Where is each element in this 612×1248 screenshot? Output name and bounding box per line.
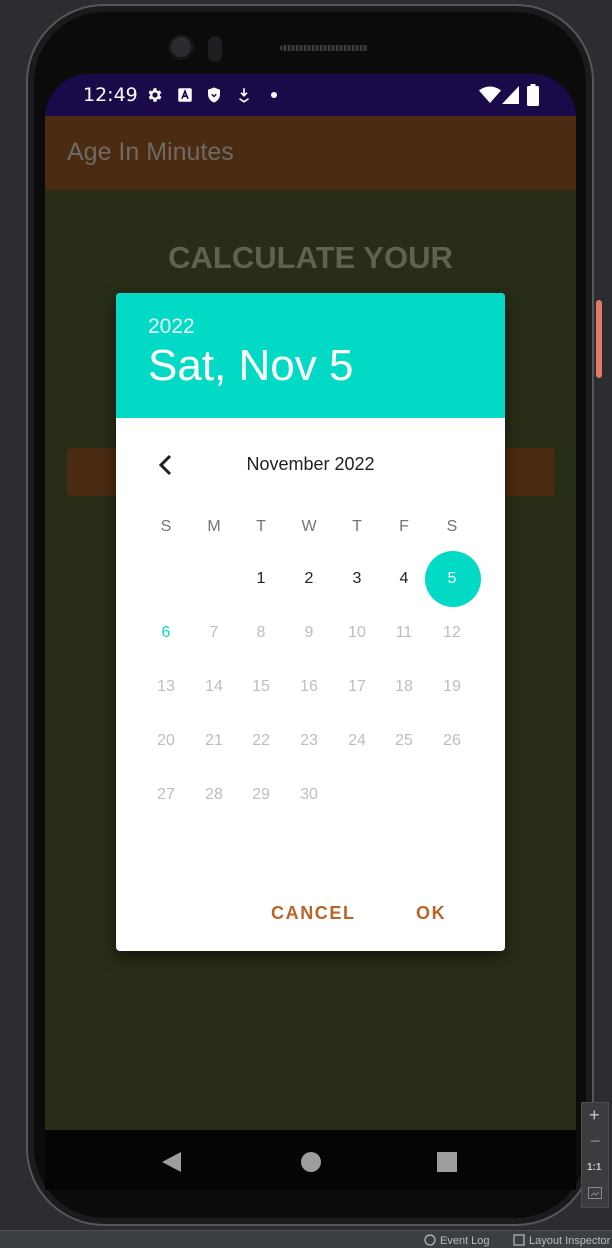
header-date: Sat, Nov 5 [148,341,354,390]
weekday-label: S [160,518,172,535]
signal-icon [502,86,519,104]
calendar-day: 24 [348,732,366,749]
wifi-icon [479,86,501,103]
camera-icon [168,34,194,60]
app-title: Age In Minutes [67,138,234,166]
status-bar: 12:49 [45,74,576,116]
zoom-panel: + − 1:1 [581,1102,609,1208]
calendar-day: 25 [395,732,413,749]
calendar-day: 7 [209,624,219,641]
ide-status-bar: Event Log Layout Inspector [0,1230,612,1248]
calendar-day: 29 [252,786,270,803]
a-icon [178,88,192,102]
calendar-day: 23 [300,732,318,749]
zoom-in-button[interactable]: + [589,1105,600,1126]
calendar-day: 6 [161,624,171,641]
calendar-day: 22 [252,732,270,749]
calendar-day: 20 [157,732,175,749]
calendar-day: 16 [300,678,318,695]
weekday-label: M [207,518,221,535]
weekday-label: S [446,518,458,535]
calendar-day[interactable]: 3 [337,570,377,588]
calendar-day: 19 [443,678,461,695]
weekday-label: W [301,518,317,535]
calendar-day: 9 [304,624,314,641]
calendar-day: 21 [205,732,223,749]
calendar-day: 12 [443,624,461,641]
calendar-day: 28 [205,786,223,803]
date-picker-dialog: 2022 Sat, Nov 5 November 2022 CANCEL OK … [116,293,505,951]
fit-screen-icon[interactable] [588,1187,602,1199]
cancel-button[interactable]: CANCEL [271,903,356,924]
calendar-day-selected[interactable]: 5 [432,570,472,588]
recents-icon[interactable] [437,1152,457,1172]
status-time: 12:49 [83,84,138,106]
sensor [208,36,222,62]
calendar-day: 8 [256,624,266,641]
calendar-day: 10 [348,624,366,641]
calendar-day[interactable]: 4 [384,570,424,588]
calendar-day: 14 [205,678,223,695]
calendar-day: 27 [157,786,175,803]
battery-icon [527,84,539,106]
event-log-icon[interactable] [424,1234,436,1246]
home-icon[interactable] [300,1151,322,1173]
calendar-day: 26 [443,732,461,749]
calendar-day: 18 [395,678,413,695]
calendar-day[interactable]: 2 [289,570,329,588]
event-log-button[interactable]: Event Log [440,1235,490,1247]
calendar-day: 30 [300,786,318,803]
calendar-day: 13 [157,678,175,695]
power-button[interactable] [596,300,602,378]
gear-icon [148,88,162,102]
date-picker-header: 2022 Sat, Nov 5 [116,293,505,418]
navigation-bar [45,1130,576,1190]
weekday-label: T [256,518,266,535]
back-icon[interactable] [161,1151,183,1173]
weekday-label: F [399,518,409,535]
calendar-day: 11 [395,624,413,641]
layout-inspector-button[interactable]: Layout Inspector [529,1235,610,1247]
header-year[interactable]: 2022 [148,315,195,339]
download-icon [239,88,249,103]
calendar-day[interactable]: 1 [241,570,281,588]
calendar-day: 17 [348,678,366,695]
layout-inspector-icon[interactable] [513,1234,525,1246]
month-label: November 2022 [246,454,375,474]
dot-icon [271,92,277,98]
weekday-label: T [352,518,362,535]
zoom-out-button[interactable]: − [590,1131,601,1152]
calendar-day: 15 [252,678,270,695]
ok-button[interactable]: OK [416,903,446,924]
shield-icon [208,87,220,103]
speaker-grille [280,45,368,51]
page-heading: CALCULATE YOUR [168,240,453,275]
zoom-reset-button[interactable]: 1:1 [587,1162,601,1173]
